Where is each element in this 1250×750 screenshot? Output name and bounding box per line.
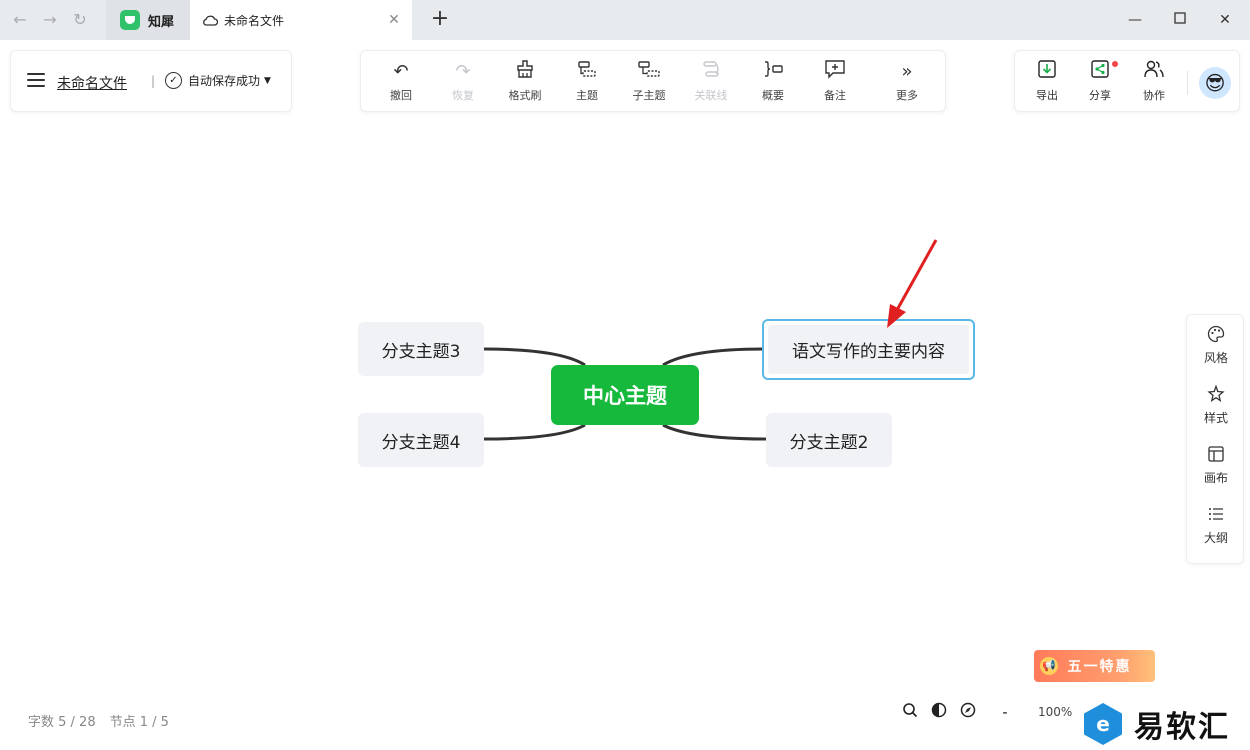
new-tab-plus-icon[interactable]: +: [430, 8, 450, 32]
back-arrow-icon[interactable]: ←: [10, 10, 30, 30]
app-logo-icon: [120, 10, 140, 30]
undo-button[interactable]: ↶ 撤回: [374, 59, 428, 107]
menu-icon[interactable]: [27, 73, 45, 89]
sparkle-star-icon: [1187, 384, 1245, 409]
subtopic-label: 子主题: [632, 89, 666, 102]
share-label: 分享: [1089, 89, 1111, 102]
central-topic[interactable]: 中心主题: [551, 365, 699, 425]
user-avatar[interactable]: 😎: [1199, 67, 1231, 99]
subtopic-button[interactable]: 子主题: [622, 59, 676, 107]
check-circle-icon: ✓: [165, 72, 182, 89]
redo-button[interactable]: ↷ 恢复: [436, 59, 490, 107]
separator: |: [151, 74, 156, 88]
search-icon[interactable]: [900, 702, 920, 722]
relation-line-button[interactable]: 关联线: [684, 59, 738, 107]
canvas-button[interactable]: 画布: [1187, 445, 1245, 495]
topic-button[interactable]: 主题: [560, 59, 614, 107]
save-status-dropdown[interactable]: ✓ 自动保存成功 ▼: [165, 72, 271, 89]
file-name[interactable]: 未命名文件: [57, 73, 127, 93]
node-count: 节点 1 / 5: [109, 715, 169, 730]
annotation-arrow-icon: [887, 239, 938, 328]
side-panel: 风格 样式 画布 大纲: [1186, 314, 1244, 564]
note-icon: [808, 59, 862, 85]
share-button[interactable]: 分享: [1078, 59, 1122, 107]
summary-button[interactable]: 概要: [746, 59, 800, 107]
notification-dot: [1112, 61, 1118, 67]
layout-icon: [1187, 445, 1245, 469]
format-brush-label: 格式刷: [508, 89, 542, 102]
note-label: 备注: [824, 89, 846, 102]
megaphone-icon: 📢: [1040, 657, 1058, 675]
redo-label: 恢复: [452, 89, 474, 102]
relation-line-icon: [684, 59, 738, 85]
collab-button[interactable]: 协作: [1132, 59, 1176, 107]
users-icon: [1132, 59, 1176, 85]
topic-label: 主题: [576, 89, 598, 102]
word-count: 字数 5 / 28: [28, 715, 96, 730]
style-theme-label: 风格: [1203, 351, 1228, 365]
watermark-logo: e 易软汇: [1084, 702, 1230, 746]
undo-label: 撤回: [390, 89, 412, 102]
tab-app-home[interactable]: 知犀: [106, 0, 190, 40]
file-panel: 未命名文件 | ✓ 自动保存成功 ▼: [10, 50, 292, 112]
watermark-text: 易软汇: [1134, 710, 1230, 745]
save-status-text: 自动保存成功: [188, 74, 261, 88]
zoom-level: 100%: [1038, 705, 1073, 719]
redo-icon: ↷: [455, 61, 471, 82]
branch-topic-1-text[interactable]: 语文写作的主要内容: [768, 325, 969, 374]
locate-compass-icon[interactable]: [958, 702, 978, 722]
caret-down-icon: ▼: [264, 75, 271, 86]
export-button[interactable]: 导出: [1025, 59, 1069, 107]
file-tab-label: 未命名文件: [224, 13, 285, 28]
palette-icon: [1187, 325, 1245, 349]
topic-icon: [560, 59, 614, 85]
more-label: 更多: [896, 89, 918, 102]
style-theme-button[interactable]: 风格: [1187, 325, 1245, 375]
minimize-icon[interactable]: —: [1125, 10, 1145, 30]
zoom-controls: - 100%: [900, 702, 1072, 722]
canvas-label: 画布: [1203, 471, 1228, 485]
outline-button[interactable]: 大纲: [1187, 505, 1245, 555]
export-download-icon: [1025, 59, 1069, 85]
tab-file[interactable]: 未命名文件 ✕: [190, 0, 412, 40]
format-brush-icon: [498, 59, 552, 85]
forward-arrow-icon[interactable]: →: [40, 10, 60, 30]
outline-label: 大纲: [1203, 531, 1228, 545]
double-chevron-right-icon: »: [901, 61, 913, 82]
promo-text: 五一特惠: [1067, 659, 1132, 675]
more-button[interactable]: » 更多: [880, 59, 934, 107]
zoom-out-button[interactable]: -: [995, 702, 1015, 722]
title-bar: ← → ↻ 知犀 未命名文件 ✕ + — ✕: [0, 0, 1250, 40]
status-stats: 字数 5 / 28 节点 1 / 5: [28, 711, 169, 730]
branch-topic-3[interactable]: 分支主题3: [358, 322, 484, 376]
undo-icon: ↶: [393, 61, 409, 82]
branch-topic-2[interactable]: 分支主题2: [766, 413, 892, 467]
list-icon: [1187, 505, 1245, 529]
refresh-icon[interactable]: ↻: [70, 10, 90, 30]
branch-topic-4[interactable]: 分支主题4: [358, 413, 484, 467]
export-label: 导出: [1036, 89, 1058, 102]
summary-bracket-icon: [746, 59, 800, 85]
collab-label: 协作: [1143, 89, 1165, 102]
node-style-label: 样式: [1203, 411, 1228, 425]
subtopic-icon: [622, 59, 676, 85]
node-style-button[interactable]: 样式: [1187, 384, 1245, 435]
mouse-mode-icon[interactable]: [929, 702, 949, 722]
summary-label: 概要: [762, 89, 784, 102]
format-brush-button[interactable]: 格式刷: [498, 59, 552, 107]
note-button[interactable]: 备注: [808, 59, 862, 107]
cloud-icon: [203, 15, 218, 26]
watermark-hex-icon: e: [1084, 703, 1122, 745]
divider: [1187, 71, 1188, 95]
promo-banner[interactable]: 📢 五一特惠: [1034, 650, 1155, 682]
close-tab-icon[interactable]: ✕: [386, 12, 402, 28]
app-tab-label: 知犀: [148, 14, 175, 30]
maximize-icon[interactable]: [1170, 10, 1190, 30]
close-window-icon[interactable]: ✕: [1215, 10, 1235, 30]
toolbar: ↶ 撤回 ↷ 恢复 格式刷 主题 子主题 关联线 概要 备注 » 更多: [360, 50, 946, 112]
action-panel: 导出 分享 协作 😎: [1014, 50, 1240, 112]
relation-line-label: 关联线: [694, 89, 728, 102]
